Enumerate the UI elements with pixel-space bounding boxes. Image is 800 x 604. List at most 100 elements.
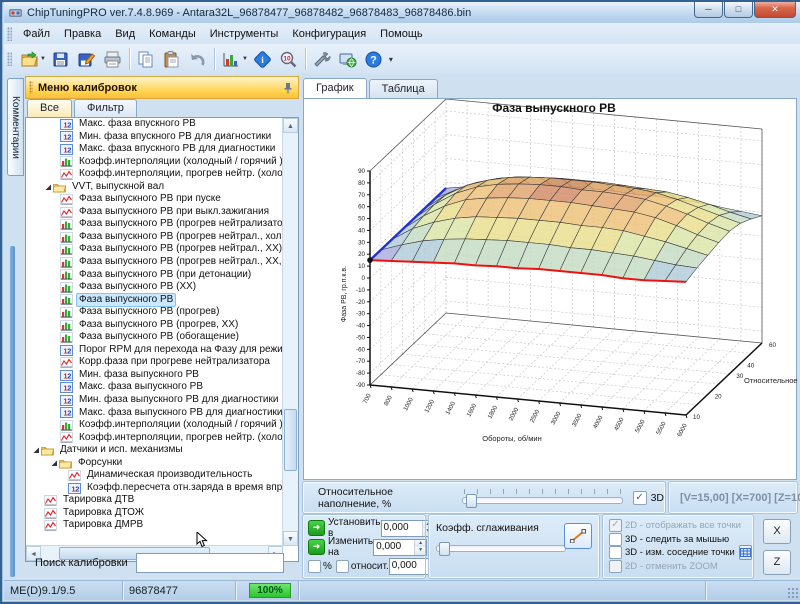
relative-label: относит. — [351, 561, 389, 572]
table-icon: 12 — [60, 119, 73, 130]
svg-text:10: 10 — [358, 263, 365, 270]
print-button[interactable] — [100, 47, 126, 71]
splitter[interactable] — [10, 246, 15, 577]
load-slider[interactable] — [462, 489, 623, 507]
toolbar-separator — [305, 48, 306, 70]
curve-icon — [60, 357, 73, 368]
svg-text:Обороты, об/мин: Обороты, об/мин — [482, 434, 542, 443]
info-button[interactable]: i — [250, 47, 276, 71]
minimize-button[interactable]: ─ — [694, 2, 723, 18]
option-row: 3D - следить за мышью — [609, 533, 747, 547]
comments-panel-tab[interactable]: Комментарии — [7, 78, 24, 176]
slider-thumb[interactable] — [466, 494, 477, 508]
interpolate-button[interactable] — [564, 523, 592, 549]
menu-item-файл[interactable]: Файл — [16, 25, 57, 43]
checkbox-3d[interactable] — [633, 491, 647, 505]
apply-change-button[interactable]: ➜ — [308, 539, 325, 555]
toolbar-overflow-icon[interactable]: ▾ — [389, 55, 393, 64]
menu-item-правка[interactable]: Правка — [57, 25, 108, 43]
tree-item[interactable]: Фаза выпускного РВ (ХХ) — [26, 281, 283, 294]
apply-set-button[interactable]: ➜ — [308, 520, 325, 536]
chart-view-button[interactable] — [218, 47, 244, 71]
save-as-button[interactable] — [74, 47, 100, 71]
set-value-spinner[interactable]: 0,000 ▲▼ — [381, 520, 435, 537]
slider-track[interactable] — [436, 545, 566, 552]
pin-icon[interactable] — [283, 82, 293, 94]
save-button[interactable] — [48, 47, 74, 71]
slider-track[interactable] — [462, 497, 623, 504]
tools-button[interactable] — [309, 47, 335, 71]
menu-item-команды[interactable]: Команды — [142, 25, 203, 43]
tools-icon — [312, 50, 331, 69]
menu-grip — [7, 27, 12, 41]
close-button[interactable]: ✕ — [754, 2, 796, 18]
zoom-10-icon: 10 — [279, 50, 298, 69]
option-checkbox[interactable] — [609, 546, 622, 559]
save-icon — [51, 50, 70, 69]
zoom-10-button[interactable]: 10 — [276, 47, 302, 71]
option-checkbox[interactable] — [609, 533, 622, 546]
checkbox-percent[interactable] — [308, 560, 321, 573]
undo-icon — [188, 50, 207, 69]
calibration-tab-фильтр[interactable]: Фильтр — [74, 99, 137, 117]
expand-icon[interactable] — [32, 446, 40, 454]
coords-readout: [V=15,00] [X=700] [Z=10] — [680, 492, 800, 504]
title-bar[interactable]: ChipTuningPRO ver.7.4.8.969 - Antara32L_… — [4, 2, 800, 23]
chart-icon — [60, 269, 73, 280]
chart-view-icon — [221, 50, 240, 69]
online-button[interactable] — [335, 47, 361, 71]
chart-tab-таблица[interactable]: Таблица — [369, 79, 438, 98]
copy-button[interactable] — [133, 47, 159, 71]
change-label: Изменить на — [328, 536, 373, 558]
open-file-dropdown-icon[interactable]: ▼ — [40, 56, 46, 62]
maximize-button[interactable]: □ — [724, 2, 753, 18]
chart-view-dropdown-icon[interactable]: ▼ — [242, 56, 248, 62]
svg-text:5500: 5500 — [655, 420, 668, 436]
chart-tab-график[interactable]: График — [303, 78, 367, 99]
svg-text:10: 10 — [284, 55, 292, 62]
undo-button[interactable] — [185, 47, 211, 71]
svg-text:700: 700 — [362, 392, 373, 405]
scroll-down-icon[interactable]: ▼ — [283, 531, 298, 546]
spin-up-icon[interactable]: ▲ — [415, 540, 426, 548]
svg-text:1200: 1200 — [423, 398, 436, 414]
expand-icon[interactable] — [50, 459, 58, 467]
axis-z-button[interactable]: Z — [763, 550, 791, 575]
table-icon: 12 — [60, 131, 73, 142]
menu-item-помощь[interactable]: Помощь — [373, 25, 430, 43]
toolbar-separator — [214, 48, 215, 70]
menu-item-вид[interactable]: Вид — [108, 25, 142, 43]
chart-icon — [60, 219, 73, 230]
menu-item-инструменты[interactable]: Инструменты — [203, 25, 286, 43]
change-value-spinner[interactable]: 0,000 ▲▼ — [373, 539, 427, 556]
toolbar-separator — [129, 48, 130, 70]
tree-vscrollbar[interactable]: ▲ ▼ — [282, 118, 298, 546]
tree-item[interactable]: Тарировка ДМРВ — [26, 520, 283, 533]
svg-text:40: 40 — [358, 227, 365, 234]
surface-chart[interactable]: 9080706050403020100-10-20-30-40-50-60-70… — [304, 99, 798, 477]
load-slider-label: Относительное наполнение, % — [318, 486, 450, 510]
help-button[interactable]: ? — [361, 47, 387, 71]
chart-icon — [60, 232, 73, 243]
curve-icon — [60, 207, 73, 218]
axis-x-button[interactable]: X — [763, 519, 791, 544]
menu-item-конфигурация[interactable]: Конфигурация — [285, 25, 373, 43]
slider-thumb[interactable] — [439, 542, 450, 556]
search-input[interactable] — [136, 553, 284, 573]
scroll-up-icon[interactable]: ▲ — [283, 118, 298, 133]
chart-panel: ГрафикТаблица 9080706050403020100-10-20-… — [302, 74, 800, 581]
resize-grip[interactable] — [787, 587, 799, 599]
tree-vscroll-thumb[interactable] — [284, 409, 297, 471]
table-icon: 12 — [60, 345, 73, 356]
toolbar-grip — [7, 52, 12, 66]
checkbox-relative[interactable] — [336, 560, 349, 573]
paste-button[interactable] — [159, 47, 185, 71]
grid-button[interactable] — [739, 545, 752, 560]
expand-icon[interactable] — [44, 183, 52, 191]
tree-folder[interactable]: Датчики и исп. механизмы — [26, 444, 283, 457]
curve-icon — [60, 432, 73, 443]
smooth-slider[interactable] — [436, 537, 566, 555]
spin-down-icon[interactable]: ▼ — [415, 547, 426, 555]
open-file-button[interactable] — [16, 47, 42, 71]
calibration-tab-все[interactable]: Все — [27, 99, 72, 118]
